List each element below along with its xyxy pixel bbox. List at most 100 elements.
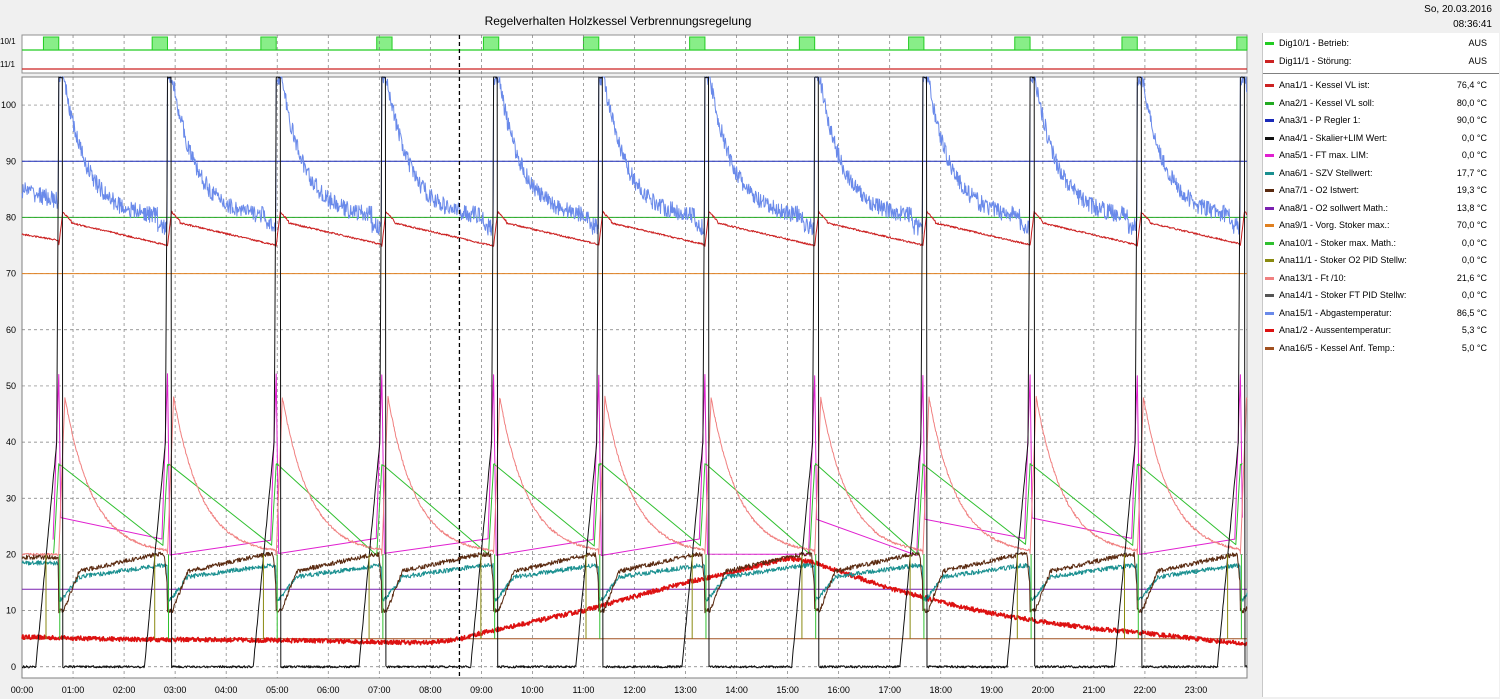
legend-swatch xyxy=(1265,206,1274,210)
legend-item[interactable]: Dig11/1 - Störung: AUS xyxy=(1263,53,1499,70)
datetime: So, 20.03.2016 08:36:41 xyxy=(1424,2,1492,32)
legend-swatch xyxy=(1265,311,1274,315)
legend-value: 21,6 °C xyxy=(1456,272,1487,283)
legend-label: Ana3/1 - P Regler 1: xyxy=(1279,115,1361,125)
legend-value: 76,4 °C xyxy=(1456,80,1487,90)
x-tick-label: 19:00 xyxy=(981,685,1004,695)
legend-item[interactable]: Ana1/2 - Aussentemperatur: 5,3 °C xyxy=(1263,322,1499,339)
legend-value: 13,8 °C xyxy=(1456,202,1487,213)
x-tick-label: 07:00 xyxy=(368,685,391,695)
y-tick-label: 100 xyxy=(1,100,16,110)
x-tick-label: 18:00 xyxy=(929,685,952,695)
digital-on-block xyxy=(260,36,277,51)
legend-value: 5,0 °C xyxy=(1461,342,1487,353)
legend-label: Ana5/1 - FT max. LIM: xyxy=(1279,150,1369,160)
x-tick-label: 15:00 xyxy=(776,685,799,695)
x-tick-label: 14:00 xyxy=(725,685,748,695)
legend-label: Dig10/1 - Betrieb: xyxy=(1279,38,1350,48)
legend-item[interactable]: Ana15/1 - Abgastemperatur: 86,5 °C xyxy=(1263,305,1499,322)
legend-item[interactable]: Ana9/1 - Vorg. Stoker max.: 70,0 °C xyxy=(1263,217,1499,234)
legend-item[interactable]: Ana14/1 - Stoker FT PID Stellw: 0,0 °C xyxy=(1263,287,1499,304)
y-tick-label: 10 xyxy=(6,606,16,616)
legend-item[interactable]: Ana10/1 - Stoker max. Math.: 0,0 °C xyxy=(1263,235,1499,252)
legend-value: 0,0 °C xyxy=(1461,150,1487,160)
legend-item[interactable]: Ana16/5 - Kessel Anf. Temp.: 5,0 °C xyxy=(1263,340,1499,357)
x-tick-label: 13:00 xyxy=(674,685,697,695)
legend-swatch xyxy=(1265,136,1274,140)
x-tick-label: 12:00 xyxy=(623,685,646,695)
legend-item[interactable]: Ana7/1 - O2 Istwert: 19,3 °C xyxy=(1263,182,1499,199)
legend-item[interactable]: Ana11/1 - Stoker O2 PID Stellw: 0,0 °C xyxy=(1263,252,1499,269)
legend-swatch xyxy=(1265,84,1274,87)
y-tick-label: 30 xyxy=(6,493,16,503)
legend-label: Ana1/1 - Kessel VL ist: xyxy=(1279,80,1370,90)
legend-item[interactable]: Ana8/1 - O2 sollwert Math.: 13,8 °C xyxy=(1263,200,1499,217)
x-tick-label: 08:00 xyxy=(419,685,442,695)
legend-value: 0,0 °C xyxy=(1461,132,1487,143)
time-label: 08:36:41 xyxy=(1453,19,1492,30)
legend-value: 0,0 °C xyxy=(1461,290,1487,300)
digital-on-block xyxy=(482,36,500,51)
x-tick-label: 20:00 xyxy=(1032,685,1055,695)
legend-item[interactable]: Ana4/1 - Skalier+LIM Wert: 0,0 °C xyxy=(1263,130,1499,147)
legend-label: Ana4/1 - Skalier+LIM Wert: xyxy=(1279,132,1388,143)
x-tick-label: 00:00 xyxy=(11,685,34,695)
legend-swatch xyxy=(1265,259,1274,262)
legend-swatch xyxy=(1265,346,1274,350)
legend-item[interactable]: Ana5/1 - FT max. LIM: 0,0 °C xyxy=(1263,147,1499,164)
x-tick-label: 01:00 xyxy=(62,685,85,695)
legend-item[interactable]: Ana1/1 - Kessel VL ist: 76,4 °C xyxy=(1263,77,1499,94)
digital-on-block xyxy=(1236,36,1248,51)
legend-swatch xyxy=(1265,101,1274,105)
legend-item[interactable]: Ana3/1 - P Regler 1: 90,0 °C xyxy=(1263,112,1499,129)
legend-label: Ana13/1 - Ft /10: xyxy=(1279,272,1347,283)
legend-label: Ana6/1 - SZV Stellwert: xyxy=(1279,167,1373,178)
digital-on-block xyxy=(151,36,168,51)
y-tick-label: 20 xyxy=(6,549,16,559)
legend-item[interactable]: Ana6/1 - SZV Stellwert: 17,7 °C xyxy=(1263,165,1499,182)
legend-swatch xyxy=(1265,42,1274,45)
y-tick-label: 50 xyxy=(6,381,16,391)
digital-on-block xyxy=(42,36,60,51)
y-tick-label: 70 xyxy=(6,269,16,279)
y-tick-label: 80 xyxy=(6,212,16,222)
y-tick-label: 60 xyxy=(6,325,16,335)
legend-label: Ana16/5 - Kessel Anf. Temp.: xyxy=(1279,342,1395,353)
digital-on-block xyxy=(798,36,816,51)
x-tick-label: 11:00 xyxy=(573,685,595,695)
legend-swatch xyxy=(1265,224,1274,227)
legend-swatch xyxy=(1265,171,1274,175)
chart-title: Regelverhalten Holzkessel Verbrennungsre… xyxy=(484,14,752,28)
legend-item[interactable]: Ana2/1 - Kessel VL soll: 80,0 °C xyxy=(1263,95,1499,112)
digital-on-block xyxy=(582,36,600,51)
x-tick-label: 09:00 xyxy=(470,685,493,695)
x-tick-label: 02:00 xyxy=(113,685,136,695)
legend-label: Ana8/1 - O2 sollwert Math.: xyxy=(1279,202,1389,213)
x-tick-label: 04:00 xyxy=(215,685,238,695)
legend-label: Ana2/1 - Kessel VL soll: xyxy=(1279,97,1375,108)
legend-panel: Dig10/1 - Betrieb: AUS Dig11/1 - Störung: A… xyxy=(1262,33,1499,697)
legend-swatch xyxy=(1265,329,1274,332)
legend-swatch xyxy=(1265,119,1274,122)
legend-item[interactable]: Ana13/1 - Ft /10: 21,6 °C xyxy=(1263,270,1499,287)
digital-on-block xyxy=(1121,36,1138,51)
legend-label: Ana7/1 - O2 Istwert: xyxy=(1279,185,1360,195)
legend-label: Ana11/1 - Stoker O2 PID Stellw: xyxy=(1279,255,1407,265)
legend-item[interactable]: Dig10/1 - Betrieb: AUS xyxy=(1263,35,1499,52)
legend-value: 90,0 °C xyxy=(1456,115,1487,125)
legend-label: Ana15/1 - Abgastemperatur: xyxy=(1279,307,1392,318)
legend-swatch xyxy=(1265,189,1274,192)
digital-on-block xyxy=(1014,36,1031,51)
legend-value: 86,5 °C xyxy=(1456,307,1487,318)
digital-on-block xyxy=(908,36,925,51)
legend-value: AUS xyxy=(1468,55,1487,66)
y-tick-label: 0 xyxy=(11,662,16,672)
legend-swatch xyxy=(1265,276,1274,280)
digital-channel-label: 11/1 xyxy=(0,60,16,69)
date-label: So, 20.03.2016 xyxy=(1424,4,1492,15)
legend-value: 0,0 °C xyxy=(1461,255,1487,265)
legend-value: 80,0 °C xyxy=(1456,97,1487,108)
legend-label: Ana14/1 - Stoker FT PID Stellw: xyxy=(1279,290,1407,300)
legend-swatch xyxy=(1265,59,1274,63)
x-tick-label: 23:00 xyxy=(1185,685,1208,695)
